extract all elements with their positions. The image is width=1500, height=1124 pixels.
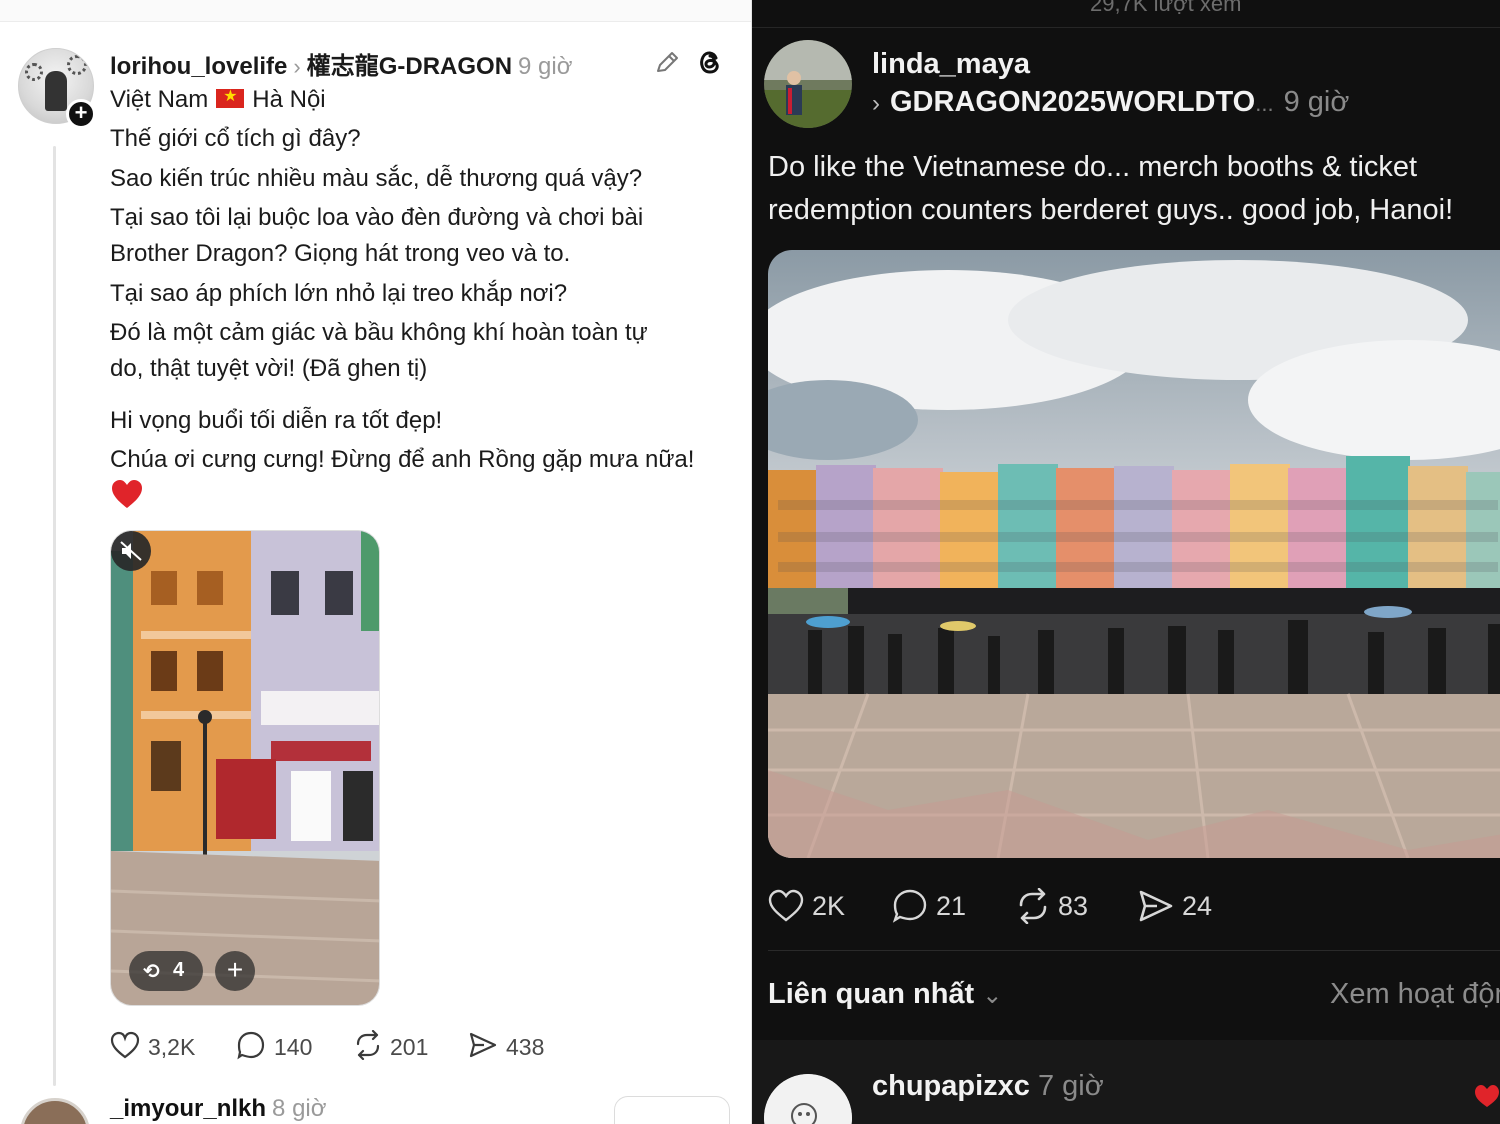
like-count: 3,2K xyxy=(148,1034,196,1060)
red-heart-emoji-icon xyxy=(112,480,142,508)
comment-icon xyxy=(237,1031,265,1060)
heart-icon xyxy=(110,1031,140,1059)
repost-icon: ⟲ xyxy=(143,961,160,983)
post-line: Chúa ơi cưng cưng! Đừng để anh Rồng gặp … xyxy=(110,446,695,473)
post-time: 9 giờ xyxy=(518,53,573,80)
comment-section xyxy=(752,1040,1500,1124)
target-account[interactable]: GDRAGON2025WORLDTO xyxy=(890,86,1255,118)
chevron-down-icon: ⌄ xyxy=(982,982,1003,1009)
post-line: Thế giới cổ tích gì đây? xyxy=(110,125,361,152)
author-name[interactable]: lorihou_lovelife xyxy=(110,53,287,80)
mute-icon[interactable] xyxy=(111,531,151,571)
vietnam-flag-icon xyxy=(216,86,245,109)
post-header: lorihou_lovelife › 權志龍G-DRAGON 9 giờ xyxy=(110,46,572,81)
sort-label: Liên quan nhất xyxy=(768,978,975,1010)
avatar[interactable] xyxy=(20,1098,90,1124)
post-time: 8 giờ xyxy=(272,1095,327,1122)
follow-plus-button[interactable]: + xyxy=(66,99,96,129)
threads-icon[interactable] xyxy=(694,46,726,78)
location-city: Hà Nội xyxy=(252,86,326,113)
author-name[interactable]: _imyour_nlkh xyxy=(110,1095,266,1122)
repost-count: 83 xyxy=(1058,891,1089,921)
share-count: 438 xyxy=(506,1034,545,1060)
post-line: Tại sao tôi lại buộc loa vào đèn đường v… xyxy=(110,204,644,231)
post-line: Tại sao áp phích lớn nhỏ lại treo khắp n… xyxy=(110,280,568,307)
thread-line xyxy=(53,146,56,1086)
right-post-panel: 29,7K lượt xem linda_maya › GDRAGON2025WO… xyxy=(752,0,1500,1124)
view-count: 29,7K lượt xem xyxy=(1090,0,1242,16)
repost-icon xyxy=(356,1030,380,1060)
avatar[interactable] xyxy=(764,40,852,128)
repost-icon xyxy=(1019,888,1047,924)
edit-icon[interactable] xyxy=(652,48,682,78)
follow-button[interactable] xyxy=(614,1096,730,1124)
post-line: Brother Dragon? Giọng hát trong veo và t… xyxy=(110,240,571,267)
top-divider xyxy=(0,0,751,22)
post-line: do, thật tuyệt vời! (Đã ghen tị) xyxy=(110,355,428,382)
view-activity-link[interactable]: Xem hoạt động xyxy=(1330,978,1500,1011)
target-ellipsis: ... xyxy=(1255,91,1274,116)
left-post-panel: + lorihou_lovelife › 權志龍G-DRAGON 9 giờ Việt… xyxy=(0,0,752,1124)
post-target: › GDRAGON2025WORLDTO... 9 giờ xyxy=(872,86,1349,119)
post-time: 9 giờ xyxy=(1283,86,1350,118)
share-icon xyxy=(1139,890,1173,922)
post-line: Do like the Vietnamese do... merch booth… xyxy=(768,151,1418,183)
post-line: redemption counters berderet guys.. good… xyxy=(768,194,1454,226)
video-add-button[interactable]: + xyxy=(215,951,255,991)
comment-count: 21 xyxy=(936,891,967,921)
chevron-right-icon: › xyxy=(293,54,301,79)
repost-count: 201 xyxy=(390,1034,429,1060)
video-thumbnail xyxy=(111,531,379,1005)
comment-header: chupapizxc 7 giờ xyxy=(872,1070,1104,1103)
chevron-right-icon: › xyxy=(872,90,880,117)
share-count: 24 xyxy=(1182,891,1213,921)
post-video[interactable]: ⟲ 4 + xyxy=(110,530,380,1006)
author-name[interactable]: linda_maya xyxy=(872,48,1030,81)
post-photo[interactable] xyxy=(768,250,1500,858)
target-account[interactable]: 權志龍G-DRAGON xyxy=(307,53,512,80)
video-repost-count: 4 xyxy=(173,959,185,981)
location: Việt Nam Hà Nội xyxy=(110,86,326,114)
location-country: Việt Nam xyxy=(110,86,209,113)
top-bar: 29,7K lượt xem xyxy=(752,0,1500,28)
like-count: 2K xyxy=(812,891,846,921)
comment-time: 7 giờ xyxy=(1037,1070,1104,1102)
post-line: Hi vọng buổi tối diễn ra tốt đẹp! xyxy=(110,407,443,434)
photo-image xyxy=(768,250,1500,858)
comment-author[interactable]: chupapizxc xyxy=(872,1070,1030,1102)
sort-dropdown[interactable]: Liên quan nhất ⌄ xyxy=(768,978,1002,1011)
heart-icon xyxy=(768,889,804,922)
comment-icon xyxy=(892,889,927,923)
video-repost-pill[interactable]: ⟲ 4 xyxy=(129,951,203,991)
divider xyxy=(768,950,1500,951)
comment-count: 140 xyxy=(274,1034,313,1060)
post-line: Đó là một cảm giác và bầu không khí hoàn… xyxy=(110,319,648,346)
liked-heart-icon[interactable] xyxy=(1474,1084,1500,1108)
next-post-header: _imyour_nlkh 8 giờ xyxy=(110,1095,326,1123)
post-line: Sao kiến trúc nhiều màu sắc, dễ thương q… xyxy=(110,165,643,192)
share-icon xyxy=(469,1032,497,1058)
